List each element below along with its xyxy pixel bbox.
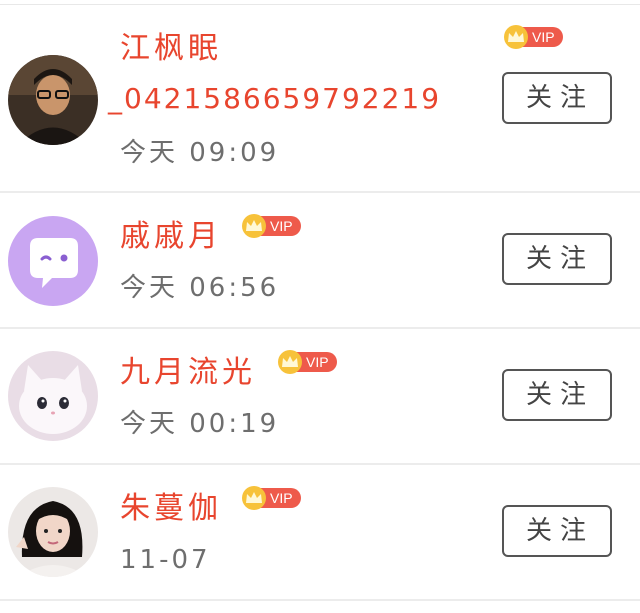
follow-button[interactable]: 关注 <box>502 72 612 124</box>
crown-icon <box>504 25 528 49</box>
vip-badge: VIP <box>242 214 301 238</box>
timestamp: 今天 06:56 <box>120 273 280 303</box>
avatar-photo-man-glasses-icon <box>8 55 98 145</box>
crown-icon <box>278 350 302 374</box>
white-cat-icon <box>8 351 98 441</box>
list-item[interactable]: 朱蔓伽 11-07 VIP 关注 <box>0 465 640 601</box>
crown-icon <box>242 486 266 510</box>
timestamp: 今天 09:09 <box>120 138 280 168</box>
avatar[interactable] <box>8 216 98 306</box>
vip-badge: VIP <box>278 350 337 374</box>
follow-button[interactable]: 关注 <box>502 369 612 421</box>
chat-bubble-icon <box>8 216 98 306</box>
crown-icon <box>242 214 266 238</box>
avatar[interactable] <box>8 487 98 577</box>
follow-button[interactable]: 关注 <box>502 233 612 285</box>
timestamp: 今天 00:19 <box>120 409 280 439</box>
list-item[interactable]: 江枫眠 _0421586659792219 今天 09:09 VIP 关注 <box>0 5 640 193</box>
vip-badge: VIP <box>242 486 301 510</box>
avatar[interactable] <box>8 351 98 441</box>
user-name[interactable]: 九月流光 <box>120 355 256 391</box>
avatar-photo-girl-icon <box>8 487 98 577</box>
user-name[interactable]: 朱蔓伽 <box>120 491 222 527</box>
follower-list: 江枫眠 _0421586659792219 今天 09:09 VIP 关注 戚戚… <box>0 0 640 613</box>
user-name[interactable]: 江枫眠 <box>120 31 222 67</box>
user-id-line: _0421586659792219 <box>108 82 442 115</box>
vip-badge: VIP <box>504 25 563 49</box>
list-item[interactable]: 九月流光 今天 00:19 VIP 关注 <box>0 329 640 465</box>
user-name[interactable]: 戚戚月 <box>120 219 222 255</box>
avatar[interactable] <box>8 55 98 145</box>
follow-button[interactable]: 关注 <box>502 505 612 557</box>
timestamp: 11-07 <box>120 545 211 575</box>
list-item[interactable]: 戚戚月 今天 06:56 VIP 关注 <box>0 193 640 329</box>
